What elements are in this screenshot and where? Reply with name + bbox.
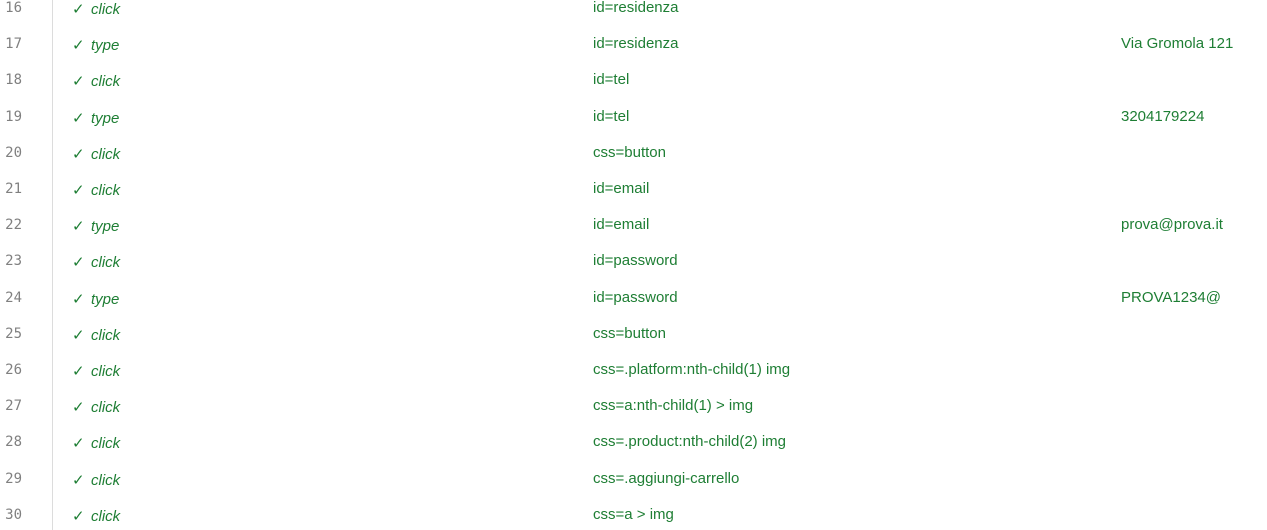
line-number: 29 bbox=[5, 470, 22, 487]
check-icon: ✓ bbox=[72, 470, 85, 489]
test-command-table: 16 ✓ click id=residenza 17 ✓ type id=residenza V… bbox=[0, 0, 1267, 530]
command-row[interactable]: 29 ✓ click css=.aggiungi-carrello bbox=[0, 462, 1267, 498]
line-number: 21 bbox=[5, 181, 22, 197]
command-target[interactable]: css=.aggiungi-carrello bbox=[593, 470, 739, 487]
line-number: 17 bbox=[5, 36, 22, 53]
line-number: 23 bbox=[5, 253, 22, 270]
command-name[interactable]: click bbox=[91, 363, 120, 380]
command-target[interactable]: css=a > img bbox=[593, 506, 674, 523]
check-icon: ✓ bbox=[72, 144, 85, 163]
command-row[interactable]: 23 ✓ click id=password bbox=[0, 244, 1267, 280]
line-number: 26 bbox=[5, 362, 22, 378]
check-icon: ✓ bbox=[72, 253, 85, 272]
command-row[interactable]: 22 ✓ type id=email prova@prova.it bbox=[0, 208, 1267, 244]
command-name[interactable]: click bbox=[91, 472, 120, 489]
line-number: 16 bbox=[5, 0, 22, 16]
line-number: 22 bbox=[5, 217, 22, 234]
command-target[interactable]: id=residenza bbox=[593, 35, 678, 52]
command-row[interactable]: 16 ✓ click id=residenza bbox=[0, 0, 1267, 27]
command-value[interactable]: Via Gromola 121 bbox=[1121, 35, 1233, 52]
command-row[interactable]: 19 ✓ type id=tel 3204179224 bbox=[0, 100, 1267, 136]
line-number: 20 bbox=[5, 144, 22, 161]
line-number: 18 bbox=[5, 72, 22, 89]
command-name[interactable]: click bbox=[91, 254, 120, 271]
command-value[interactable]: PROVA1234@ bbox=[1121, 289, 1221, 306]
command-name[interactable]: click bbox=[91, 508, 120, 525]
command-name[interactable]: click bbox=[91, 146, 120, 163]
command-target[interactable]: css=.platform:nth-child(1) img bbox=[593, 361, 790, 378]
command-value[interactable]: prova@prova.it bbox=[1121, 216, 1223, 233]
command-name[interactable]: type bbox=[91, 291, 119, 308]
command-row[interactable]: 25 ✓ click css=button bbox=[0, 317, 1267, 353]
command-target[interactable]: css=button bbox=[593, 325, 666, 342]
command-name[interactable]: type bbox=[91, 110, 119, 127]
line-number: 25 bbox=[5, 325, 22, 342]
check-icon: ✓ bbox=[72, 506, 85, 525]
command-name[interactable]: click bbox=[91, 399, 120, 416]
check-icon: ✓ bbox=[72, 181, 85, 199]
command-name[interactable]: type bbox=[91, 37, 119, 54]
command-target[interactable]: id=tel bbox=[593, 71, 629, 88]
check-icon: ✓ bbox=[72, 36, 85, 55]
command-row[interactable]: 20 ✓ click css=button bbox=[0, 136, 1267, 172]
check-icon: ✓ bbox=[72, 434, 85, 453]
command-value[interactable]: 3204179224 bbox=[1121, 108, 1204, 125]
line-number: 19 bbox=[5, 108, 22, 125]
command-target[interactable]: css=.product:nth-child(2) img bbox=[593, 433, 786, 450]
check-icon: ✓ bbox=[72, 217, 85, 236]
command-row[interactable]: 28 ✓ click css=.product:nth-child(2) img bbox=[0, 425, 1267, 461]
command-target[interactable]: css=a:nth-child(1) > img bbox=[593, 397, 753, 414]
command-name[interactable]: click bbox=[91, 435, 120, 452]
command-target[interactable]: id=password bbox=[593, 289, 678, 306]
check-icon: ✓ bbox=[72, 72, 85, 91]
check-icon: ✓ bbox=[72, 362, 85, 380]
command-name[interactable]: click bbox=[91, 1, 120, 18]
command-target[interactable]: css=button bbox=[593, 144, 666, 161]
command-name[interactable]: click bbox=[91, 73, 120, 90]
command-row[interactable]: 21 ✓ click id=email bbox=[0, 172, 1267, 208]
check-icon: ✓ bbox=[72, 325, 85, 344]
command-name[interactable]: click bbox=[91, 327, 120, 344]
line-number: 30 bbox=[5, 506, 22, 523]
command-target[interactable]: id=tel bbox=[593, 108, 629, 125]
command-row[interactable]: 27 ✓ click css=a:nth-child(1) > img bbox=[0, 389, 1267, 425]
line-number: 24 bbox=[5, 289, 22, 306]
command-target[interactable]: id=email bbox=[593, 216, 649, 233]
command-target[interactable]: id=email bbox=[593, 180, 649, 197]
check-icon: ✓ bbox=[72, 0, 85, 18]
command-row[interactable]: 17 ✓ type id=residenza Via Gromola 121 bbox=[0, 27, 1267, 63]
command-row[interactable]: 18 ✓ click id=tel bbox=[0, 63, 1267, 99]
command-row[interactable]: 30 ✓ click css=a > img bbox=[0, 498, 1267, 530]
command-name[interactable]: click bbox=[91, 182, 120, 199]
command-target[interactable]: id=residenza bbox=[593, 0, 678, 16]
command-row[interactable]: 26 ✓ click css=.platform:nth-child(1) img bbox=[0, 353, 1267, 389]
check-icon: ✓ bbox=[72, 289, 85, 308]
command-target[interactable]: id=password bbox=[593, 252, 678, 269]
command-row[interactable]: 24 ✓ type id=password PROVA1234@ bbox=[0, 281, 1267, 317]
check-icon: ✓ bbox=[72, 398, 85, 417]
command-name[interactable]: type bbox=[91, 218, 119, 235]
check-icon: ✓ bbox=[72, 108, 85, 127]
line-number: 27 bbox=[5, 398, 22, 415]
line-number: 28 bbox=[5, 434, 22, 451]
